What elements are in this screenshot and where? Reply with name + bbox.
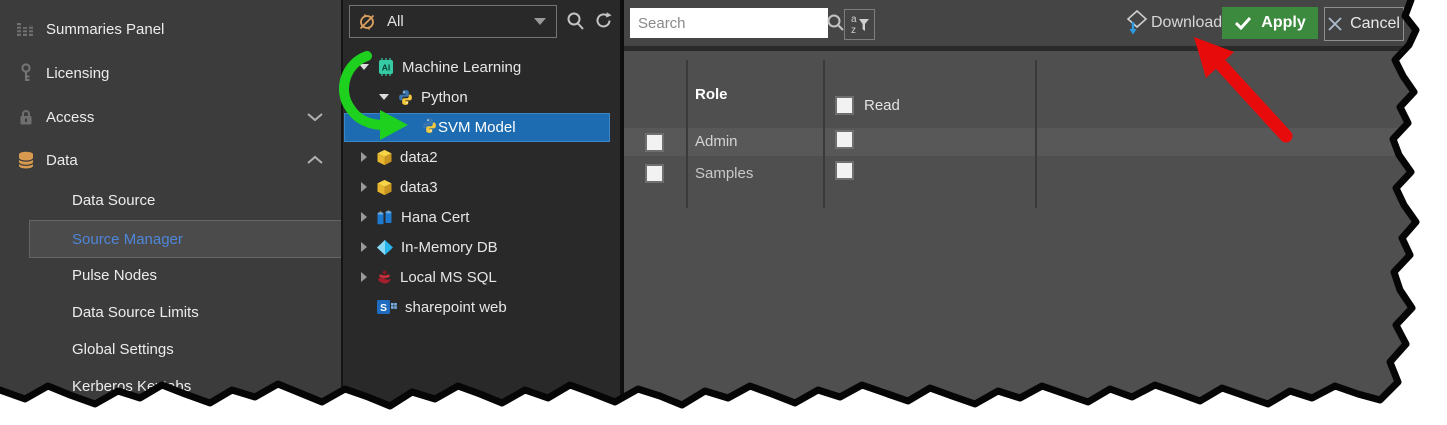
column-divider <box>1035 60 1037 208</box>
summaries-bars-icon <box>15 20 37 38</box>
column-divider <box>686 60 688 208</box>
source-tree-panel: All AI Machine Learning Python <box>343 0 620 425</box>
sidebar-item-label: Data <box>46 152 78 169</box>
read-checkbox[interactable] <box>835 130 854 149</box>
sidebar-item-summaries-panel[interactable]: Summaries Panel <box>0 7 341 51</box>
column-header-read: Read <box>864 97 900 114</box>
tree-node-label: Hana Cert <box>401 209 469 226</box>
tree-node-svm-model[interactable]: SVM Model <box>344 113 610 142</box>
sidebar-item-access[interactable]: Access <box>0 95 341 139</box>
apply-label: Apply <box>1261 14 1305 32</box>
tree-node-sharepoint-web[interactable]: S sharepoint web <box>343 293 620 321</box>
sort-filter-icon[interactable]: az <box>844 9 875 40</box>
hana-db-icon <box>376 209 394 226</box>
sidebar: Summaries Panel Licensing Access Data <box>0 0 341 425</box>
python-icon <box>397 89 414 106</box>
sharepoint-icon: S <box>377 299 398 315</box>
apply-button[interactable]: Apply <box>1222 7 1318 39</box>
lock-icon <box>15 108 37 126</box>
column-header-role: Role <box>695 86 728 103</box>
expand-caret-icon[interactable] <box>359 64 369 70</box>
chevron-down-icon <box>534 18 546 25</box>
svg-text:a: a <box>851 14 857 25</box>
expand-caret-icon[interactable] <box>361 242 367 252</box>
security-toolbar: az Download Apply Cancel <box>624 0 1447 46</box>
tree-node-local-ms-sql[interactable]: Local MS SQL <box>343 263 620 291</box>
svg-text:S: S <box>380 302 387 314</box>
connection-filter-icon <box>358 13 376 31</box>
in-memory-db-icon <box>376 239 394 256</box>
expand-caret-icon[interactable] <box>361 272 367 282</box>
tree-node-label: Python <box>421 89 468 106</box>
expand-caret-icon[interactable] <box>361 212 367 222</box>
expand-caret-icon[interactable] <box>361 182 367 192</box>
tree-node-hana-cert[interactable]: Hana Cert <box>343 203 620 231</box>
column-divider <box>823 60 825 208</box>
expand-caret-icon[interactable] <box>379 94 389 100</box>
expand-caret-icon[interactable] <box>361 152 367 162</box>
chevron-down-icon <box>307 109 323 126</box>
cancel-label: Cancel <box>1350 15 1400 33</box>
python-icon <box>421 117 438 138</box>
cancel-button[interactable]: Cancel <box>1324 7 1404 41</box>
search-icon[interactable] <box>566 11 586 37</box>
row-select-checkbox[interactable] <box>645 133 664 152</box>
sidebar-item-global-settings[interactable]: Global Settings <box>0 331 341 367</box>
tree-node-label: sharepoint web <box>405 299 507 316</box>
tree-node-label: data3 <box>400 179 438 196</box>
tree-node-label: data2 <box>400 149 438 166</box>
sidebar-item-data-source[interactable]: Data Source <box>0 182 341 218</box>
download-button[interactable]: Download <box>1126 9 1222 36</box>
sidebar-item-pulse-nodes[interactable]: Pulse Nodes <box>0 257 341 293</box>
key-icon <box>15 63 37 83</box>
read-column-checkbox[interactable] <box>835 96 854 115</box>
ms-sql-icon <box>376 269 393 286</box>
tree-node-label: SVM Model <box>438 119 516 136</box>
sidebar-item-label: Licensing <box>46 65 109 82</box>
toolbar-separator <box>624 46 1447 51</box>
refresh-icon[interactable] <box>594 11 613 35</box>
sidebar-item-licensing[interactable]: Licensing <box>0 51 341 95</box>
tree-node-python[interactable]: Python <box>343 83 620 111</box>
svg-text:z: z <box>851 25 856 36</box>
sidebar-item-label: Summaries Panel <box>46 21 164 38</box>
role-cell: Samples <box>695 165 753 182</box>
cube-icon <box>376 179 393 196</box>
row-select-checkbox[interactable] <box>645 164 664 183</box>
tree-node-label: Machine Learning <box>402 59 521 76</box>
tree-node-data2[interactable]: data2 <box>343 143 620 171</box>
tree-node-label: Local MS SQL <box>400 269 497 286</box>
check-icon <box>1234 16 1252 30</box>
cube-icon <box>376 149 393 166</box>
search-icon[interactable] <box>826 13 846 38</box>
tree-node-data3[interactable]: data3 <box>343 173 620 201</box>
tree-node-label: In-Memory DB <box>401 239 498 256</box>
svg-text:AI: AI <box>382 63 391 73</box>
close-icon <box>1328 17 1342 31</box>
ai-chip-icon: AI <box>377 58 395 76</box>
sidebar-item-data[interactable]: Data <box>0 138 341 182</box>
download-icon <box>1126 9 1148 36</box>
read-checkbox[interactable] <box>835 161 854 180</box>
admin-console-screenshot: Summaries Panel Licensing Access Data <box>0 0 1447 425</box>
chevron-up-icon <box>307 152 323 169</box>
dropdown-value: All <box>387 13 404 30</box>
tree-node-machine-learning[interactable]: AI Machine Learning <box>343 53 620 81</box>
download-label: Download <box>1151 14 1222 32</box>
connection-type-dropdown[interactable]: All <box>349 5 557 38</box>
search-input[interactable] <box>630 8 828 38</box>
security-panel: az Download Apply Cancel <box>624 0 1447 425</box>
sidebar-item-source-manager[interactable]: Source Manager <box>29 220 342 258</box>
sidebar-item-data-source-limits[interactable]: Data Source Limits <box>0 294 341 330</box>
tree-node-in-memory-db[interactable]: In-Memory DB <box>343 233 620 261</box>
role-cell: Admin <box>695 133 738 150</box>
sidebar-item-kerberos-keytabs[interactable]: Kerberos Keytabs <box>0 368 341 404</box>
database-icon <box>15 151 37 170</box>
sidebar-item-label: Access <box>46 109 94 126</box>
